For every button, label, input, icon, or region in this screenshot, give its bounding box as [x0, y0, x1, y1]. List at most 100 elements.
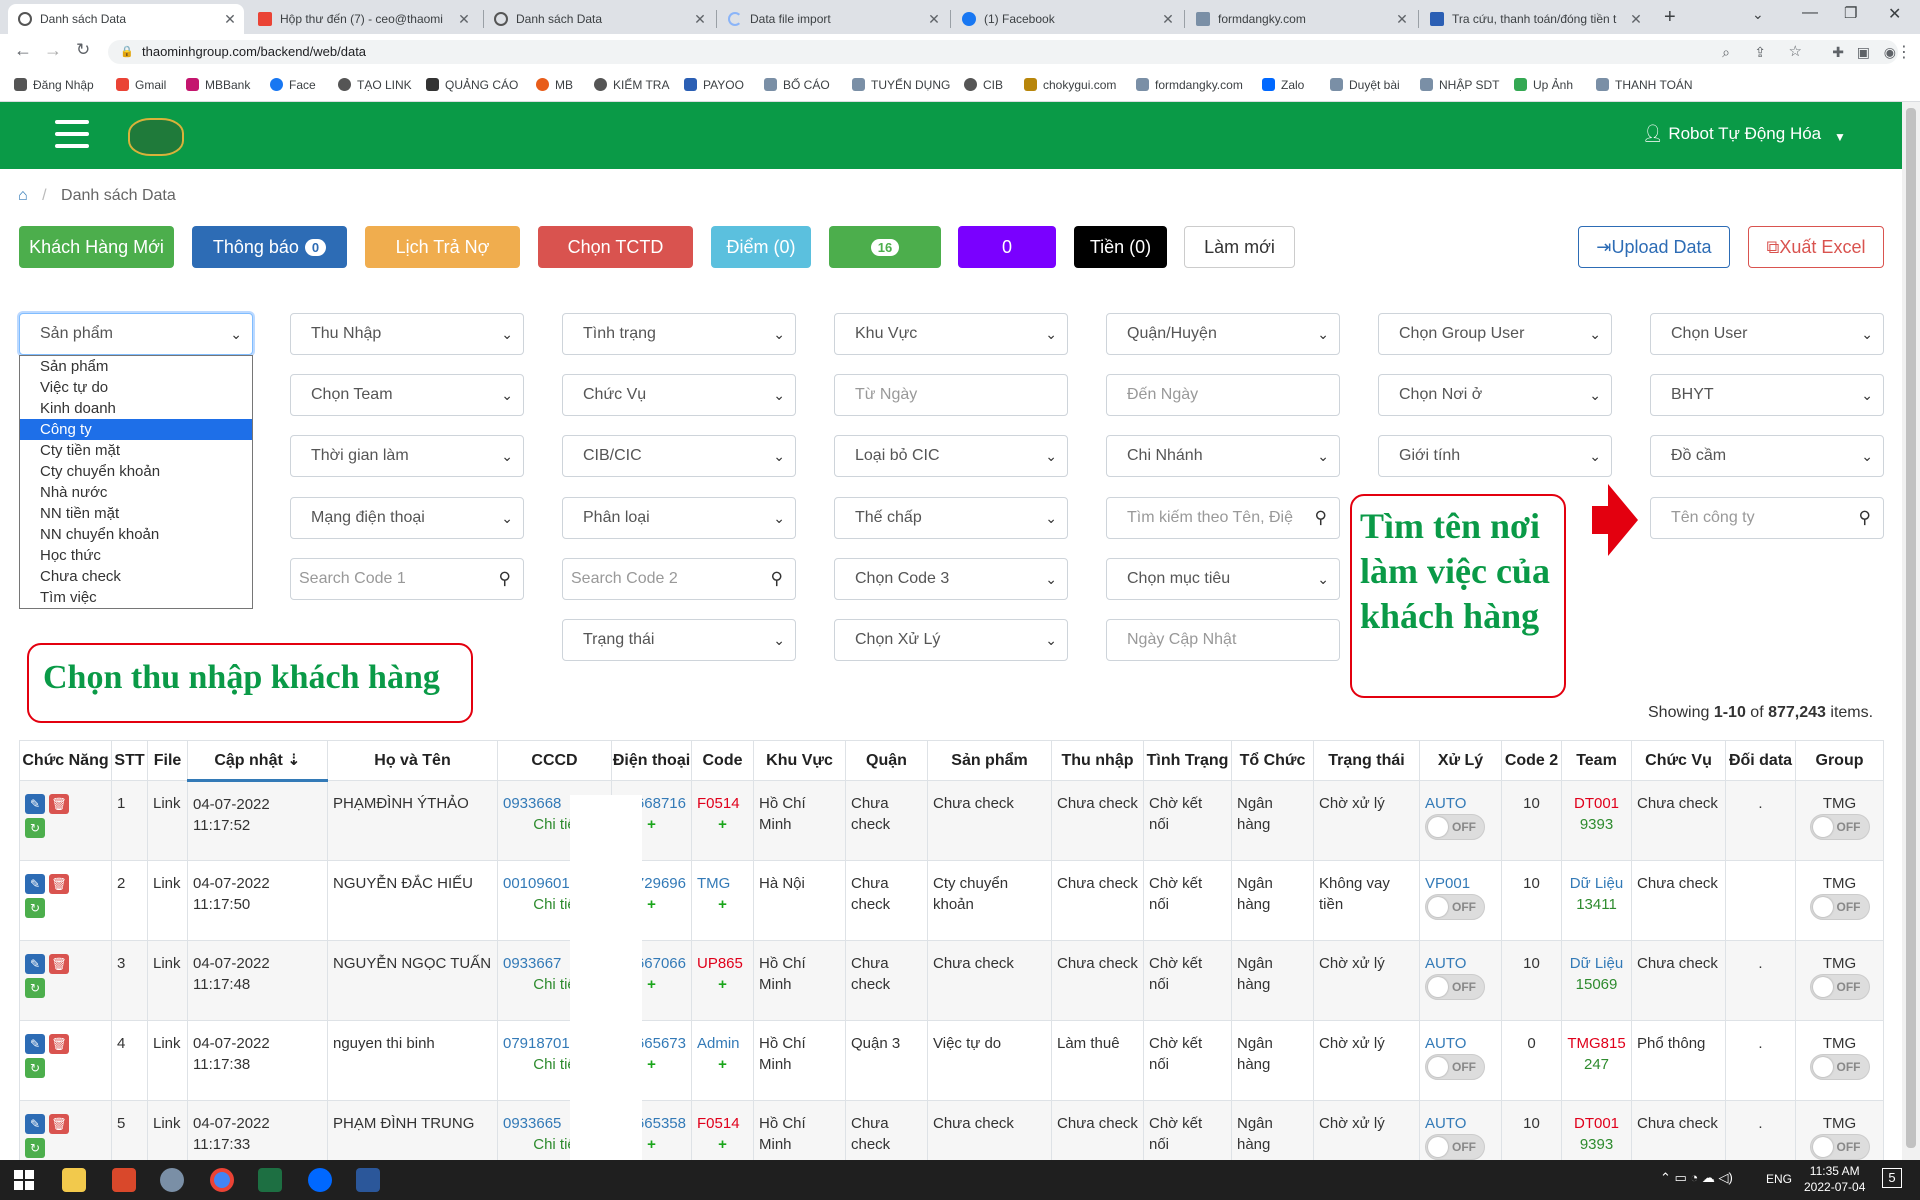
- money-button[interactable]: Tiền (0): [1074, 226, 1167, 268]
- dropdown-option[interactable]: Nhà nước: [20, 482, 252, 503]
- share-icon[interactable]: ⇪: [1754, 40, 1766, 64]
- bookmark-gmail[interactable]: Gmail: [116, 78, 166, 92]
- search-icon[interactable]: ⚲: [1315, 498, 1327, 538]
- state-select[interactable]: Trạng thái ⌄: [562, 619, 796, 661]
- app-icon[interactable]: [112, 1168, 136, 1192]
- bookmark-dang-nhap[interactable]: Đăng Nhập: [14, 78, 94, 92]
- handler-toggle[interactable]: OFF: [1425, 894, 1485, 920]
- back-icon[interactable]: ←: [14, 40, 32, 61]
- from-date-input[interactable]: Từ Ngày: [834, 374, 1068, 416]
- search-icon[interactable]: ⚲: [499, 559, 511, 599]
- profile-icon[interactable]: ◉: [1884, 40, 1896, 64]
- tab-search-icon[interactable]: ⌄: [1752, 6, 1764, 23]
- close-tab-icon[interactable]: ✕: [1394, 11, 1410, 28]
- product-select[interactable]: Sản phẩm ⌄: [19, 313, 253, 355]
- bookmark-kiem-tra[interactable]: KIỂM TRA: [594, 78, 669, 92]
- notification-button[interactable]: Thông báo 0: [192, 226, 347, 268]
- minimize-icon[interactable]: —: [1802, 4, 1818, 22]
- close-window-icon[interactable]: ✕: [1888, 4, 1901, 24]
- dropdown-option[interactable]: Tìm việc: [20, 587, 252, 608]
- pawn-select[interactable]: Đồ cầm ⌄: [1650, 435, 1884, 477]
- district-select[interactable]: Quận/Huyện ⌄: [1106, 313, 1340, 355]
- dropdown-option[interactable]: Học thức: [20, 545, 252, 566]
- purple-count-button[interactable]: 0: [958, 226, 1056, 268]
- code1-search-input[interactable]: Search Code 1 ⚲: [290, 558, 524, 600]
- green-count-button[interactable]: 16: [829, 226, 941, 268]
- bookmark-star-icon[interactable]: ☆: [1789, 40, 1802, 64]
- choose-tctd-button[interactable]: Chọn TCTD: [538, 226, 693, 268]
- edit-icon[interactable]: ✎: [25, 1034, 45, 1054]
- home-icon[interactable]: ⌂: [18, 187, 28, 204]
- tab-facebook[interactable]: (1) Facebook ✕: [952, 4, 1182, 34]
- dropdown-option[interactable]: NN chuyển khoản: [20, 524, 252, 545]
- bookmark-tao-link[interactable]: TẠO LINK: [338, 78, 412, 92]
- code3-select[interactable]: Chọn Code 3 ⌄: [834, 558, 1068, 600]
- user-select[interactable]: Chọn User ⌄: [1650, 313, 1884, 355]
- refresh-row-icon[interactable]: ↻: [25, 898, 45, 918]
- sidepanel-icon[interactable]: ▣: [1857, 40, 1870, 64]
- edit-icon[interactable]: ✎: [25, 874, 45, 894]
- region-select[interactable]: Khu Vực ⌄: [834, 313, 1068, 355]
- dropdown-option-selected[interactable]: Công ty: [20, 419, 252, 440]
- system-tray-icons[interactable]: ⌃ ▭ ◔ ☁ ◁): [1660, 1170, 1733, 1186]
- zoom-icon[interactable]: ⌕: [1722, 40, 1730, 64]
- delete-icon[interactable]: 🗑︎: [49, 874, 70, 894]
- bookmark-zalo[interactable]: Zalo: [1262, 78, 1304, 92]
- group-toggle[interactable]: OFF: [1809, 1054, 1870, 1080]
- bookmark-bo-cao[interactable]: BỐ CÁO: [764, 78, 830, 92]
- tab-danh-sach-data[interactable]: Danh sách Data ✕: [8, 4, 244, 34]
- upload-data-button[interactable]: ⇥ Upload Data: [1578, 226, 1730, 268]
- new-tab-icon[interactable]: +: [1664, 6, 1676, 29]
- taskbar-clock[interactable]: 11:35 AM 2022-07-04: [1804, 1163, 1865, 1195]
- delete-icon[interactable]: 🗑︎: [49, 954, 70, 974]
- search-icon[interactable]: ⚲: [771, 559, 783, 599]
- points-button[interactable]: Điểm (0): [711, 226, 811, 268]
- code2-search-input[interactable]: Search Code 2 ⚲: [562, 558, 796, 600]
- paint-icon[interactable]: [160, 1168, 184, 1192]
- branch-select[interactable]: Chi Nhánh ⌄: [1106, 435, 1340, 477]
- dropdown-option[interactable]: Kinh doanh: [20, 398, 252, 419]
- reload-icon[interactable]: ↻: [76, 40, 90, 60]
- extensions-icon[interactable]: ✚: [1832, 40, 1844, 64]
- column-header[interactable]: Cập nhật ⇣: [187, 740, 328, 782]
- language-indicator[interactable]: ENG: [1766, 1172, 1792, 1186]
- sort-desc-icon[interactable]: ⇣: [283, 752, 300, 769]
- file-link[interactable]: Link: [147, 940, 188, 1021]
- close-tab-icon[interactable]: ✕: [222, 11, 238, 28]
- dropdown-option[interactable]: Chưa check: [20, 566, 252, 587]
- dropdown-option[interactable]: Cty tiền mặt: [20, 440, 252, 461]
- bookmark-face[interactable]: Face: [270, 78, 316, 92]
- target-select[interactable]: Chọn mục tiêu ⌄: [1106, 558, 1340, 600]
- debt-schedule-button[interactable]: Lịch Trả Nợ: [365, 226, 520, 268]
- windows-start-icon[interactable]: [14, 1170, 34, 1190]
- tab-tra-cuu[interactable]: Tra cứu, thanh toán/đóng tiền t ✕: [1420, 4, 1650, 34]
- to-date-input[interactable]: Đến Ngày: [1106, 374, 1340, 416]
- bookmark-mbbank[interactable]: MBBank: [186, 78, 250, 92]
- dropdown-option[interactable]: Cty chuyển khoản: [20, 461, 252, 482]
- tab-formdangky[interactable]: formdangky.com ✕: [1186, 4, 1416, 34]
- add-code-icon[interactable]: +: [697, 814, 748, 835]
- maximize-icon[interactable]: ❐: [1844, 4, 1857, 22]
- tab-gmail[interactable]: Hộp thư đến (7) - ceo@thaomi ✕: [248, 4, 478, 34]
- residence-select[interactable]: Chọn Nơi ở ⌄: [1378, 374, 1612, 416]
- bookmark-thanh-toan[interactable]: THANH TOÁN: [1596, 78, 1693, 92]
- group-toggle[interactable]: OFF: [1809, 894, 1870, 920]
- url-input[interactable]: 🔒 thaominhgroup.com/backend/web/data ⌕ ⇪…: [108, 40, 1898, 64]
- bookmark-formdangky[interactable]: formdangky.com: [1136, 78, 1243, 92]
- bookmark-duyet-bai[interactable]: Duyệt bài: [1330, 78, 1400, 92]
- bookmark-tuyen-dung[interactable]: TUYỂN DỤNG: [852, 78, 950, 92]
- income-select[interactable]: Thu Nhập ⌄: [290, 313, 524, 355]
- name-phone-search-input[interactable]: Tìm kiếm theo Tên, Điệ ⚲: [1106, 497, 1340, 539]
- chevron-down-icon[interactable]: ▼: [1834, 130, 1846, 144]
- search-icon[interactable]: ⚲: [1859, 498, 1871, 538]
- close-tab-icon[interactable]: ✕: [1628, 11, 1644, 28]
- cib-cic-select[interactable]: CIB/CIC ⌄: [562, 435, 796, 477]
- close-tab-icon[interactable]: ✕: [456, 11, 472, 28]
- user-menu[interactable]: 👤︎ Robot Tự Động Hóa: [1642, 124, 1821, 144]
- handler-toggle[interactable]: OFF: [1425, 1134, 1485, 1160]
- file-link[interactable]: Link: [147, 860, 188, 941]
- tab-data-file-import[interactable]: Data file import ✕: [718, 4, 948, 34]
- delete-icon[interactable]: 🗑︎: [49, 1034, 70, 1054]
- scrollbar-thumb[interactable]: [1906, 108, 1916, 1148]
- group-toggle[interactable]: OFF: [1809, 814, 1870, 840]
